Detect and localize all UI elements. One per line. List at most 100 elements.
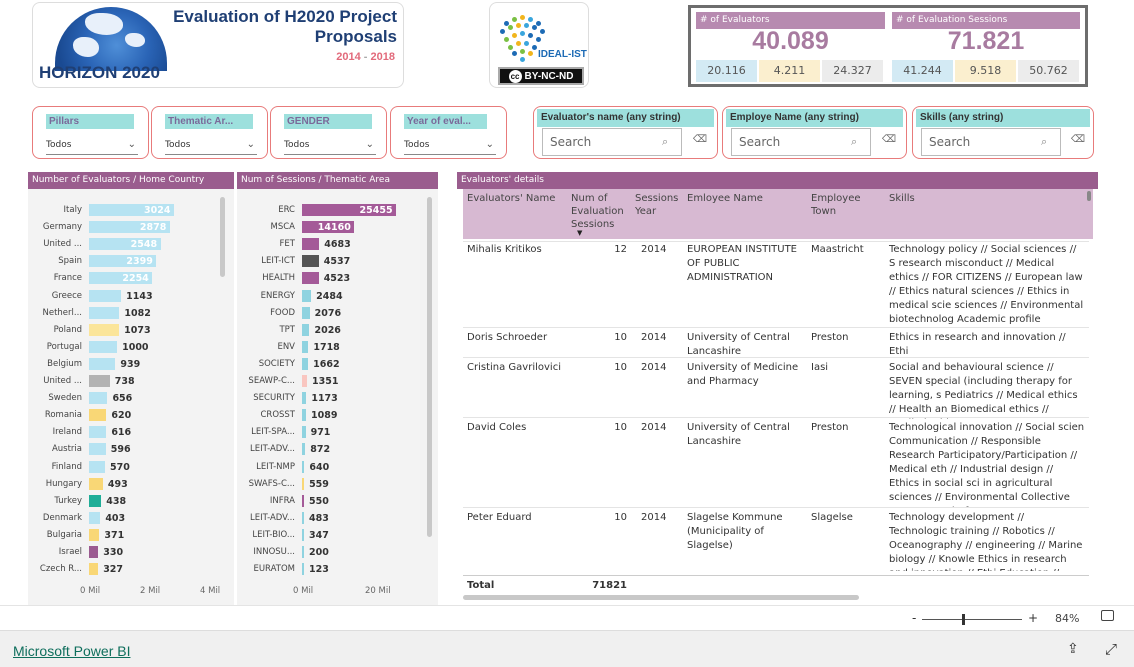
data-label: 483 (309, 512, 329, 524)
horizontal-scrollbar[interactable] (463, 595, 859, 600)
slicer-dropdown[interactable]: Todos ⌄ (46, 136, 138, 155)
category-label: Spain (58, 256, 82, 267)
bar (89, 528, 100, 541)
fit-to-page-icon[interactable] (1101, 610, 1114, 621)
fullscreen-icon[interactable]: ⤢ (1105, 640, 1117, 658)
data-label: 347 (309, 529, 329, 541)
category-label: Poland (53, 324, 82, 335)
eraser-icon[interactable]: ⌫ (880, 134, 898, 148)
table-cell: Ethics in research and innovation // Eth… (889, 332, 1066, 357)
logo-dot (516, 23, 521, 28)
logo-dot (504, 37, 509, 42)
data-label: 738 (114, 376, 135, 387)
total-value: 71821 (592, 580, 627, 591)
chart-scrollbar (220, 197, 225, 277)
search-input[interactable]: Search (921, 128, 1061, 156)
logo-dot (540, 29, 545, 34)
zoom-out-button[interactable]: - (912, 611, 916, 625)
zoom-slider-track[interactable] (922, 619, 1022, 620)
category-label: Netherl... (42, 307, 83, 318)
data-label: 3024 (144, 205, 171, 216)
category-label: FET (279, 239, 295, 250)
zoom-bar: - + 84% (0, 605, 1134, 630)
data-label: 2026 (314, 324, 341, 336)
slicer-dropdown[interactable]: Todos ⌄ (404, 136, 496, 155)
data-label: 971 (310, 427, 331, 439)
bar (302, 563, 304, 576)
table-cell: 10 (614, 332, 627, 343)
category-label: TPT (279, 324, 295, 335)
data-label: 1718 (313, 341, 340, 353)
column-header[interactable]: Evaluators' Name (463, 189, 567, 239)
chevron-down-icon: ⌄ (246, 139, 255, 150)
slicer-dropdown[interactable]: Todos ⌄ (165, 136, 257, 155)
category-label: Portugal (46, 341, 82, 352)
table-cell: 12 (614, 244, 627, 255)
search-skills: Skills (any string) Search ⌕ ⌫ (912, 106, 1094, 159)
table-cell: 10 (614, 422, 627, 433)
data-label: 1089 (311, 410, 338, 422)
slicer-label: Thematic Ar... (165, 114, 253, 129)
bar (302, 375, 307, 387)
bar (302, 392, 307, 405)
table-cell: Social and behavioural science // SEVEN … (889, 362, 1078, 419)
column-header[interactable]: Employee Town (807, 189, 885, 239)
kpi-evaluators-value: 40.089 (752, 27, 829, 55)
table-cell: 2014 (641, 244, 667, 255)
category-label: LEIT-ADV... (250, 444, 295, 455)
data-label: 327 (103, 564, 124, 576)
share-icon[interactable]: ⇪ (1067, 641, 1079, 657)
category-label: ENV (277, 341, 295, 352)
table-cell: University of Medicine and Pharmacy (687, 362, 799, 387)
column-header[interactable]: Num of Evaluation Sessions ▼ (567, 189, 631, 239)
zoom-in-button[interactable]: + (1028, 611, 1038, 625)
category-label: ERC (278, 205, 295, 215)
column-header[interactable]: Emloyee Name (683, 189, 807, 239)
table-cell: Preston (811, 422, 849, 433)
data-label: 4523 (323, 273, 351, 285)
zoom-slider-thumb[interactable] (962, 614, 965, 625)
bar (302, 306, 310, 319)
table-cell: Doris Schroeder (467, 332, 548, 343)
bar (302, 357, 309, 370)
bar (89, 563, 99, 576)
category-label: Romania (44, 410, 82, 421)
table-cell: 2014 (641, 362, 667, 373)
data-label: 4683 (324, 239, 351, 251)
eraser-icon[interactable]: ⌫ (691, 134, 709, 148)
table-cell: 10 (614, 362, 627, 373)
table-cell: 2014 (641, 332, 667, 343)
column-header[interactable]: Sessions Year (631, 189, 683, 239)
footer: Microsoft Power BI ⇪ ⤢ (0, 630, 1134, 667)
row-separator (463, 327, 1089, 328)
kpi-evaluators-cell: 20.116 (696, 60, 757, 82)
category-label: Hungary (45, 478, 82, 489)
category-label: Turkey (54, 495, 82, 506)
axis-tick-label: 2 Mil (140, 586, 161, 596)
program-name: HORIZON 2020 (39, 63, 160, 82)
search-input[interactable]: Search (731, 128, 871, 156)
kpi-evaluators-cell: 24.327 (822, 60, 883, 82)
bar (302, 460, 305, 473)
vertical-scrollbar[interactable] (1087, 191, 1091, 201)
search-input[interactable]: Search (542, 128, 682, 156)
search-icon: ⌕ (662, 135, 669, 148)
category-label: SECURITY (253, 393, 295, 404)
category-label: United ... (43, 376, 82, 386)
data-label: 1073 (124, 324, 151, 336)
data-label: 1173 (311, 393, 338, 405)
logo-dot (512, 33, 517, 38)
cc-license-badge: cc BY-NC-ND (498, 67, 584, 85)
slicer-dropdown[interactable]: Todos ⌄ (284, 136, 376, 155)
category-label: Germany (42, 222, 82, 233)
power-bi-link[interactable]: Microsoft Power BI (13, 643, 130, 659)
eraser-icon[interactable]: ⌫ (1069, 134, 1087, 148)
data-label: 330 (103, 547, 124, 558)
search-label: Employe Name (any string) (726, 109, 903, 127)
table-cell: Mihalis Kritikos (467, 244, 542, 255)
bar (89, 494, 102, 507)
column-header[interactable]: Skills (885, 189, 1086, 239)
category-label: CROSST (260, 410, 295, 421)
category-label: Finland (51, 461, 82, 472)
data-label: 2254 (122, 273, 149, 285)
